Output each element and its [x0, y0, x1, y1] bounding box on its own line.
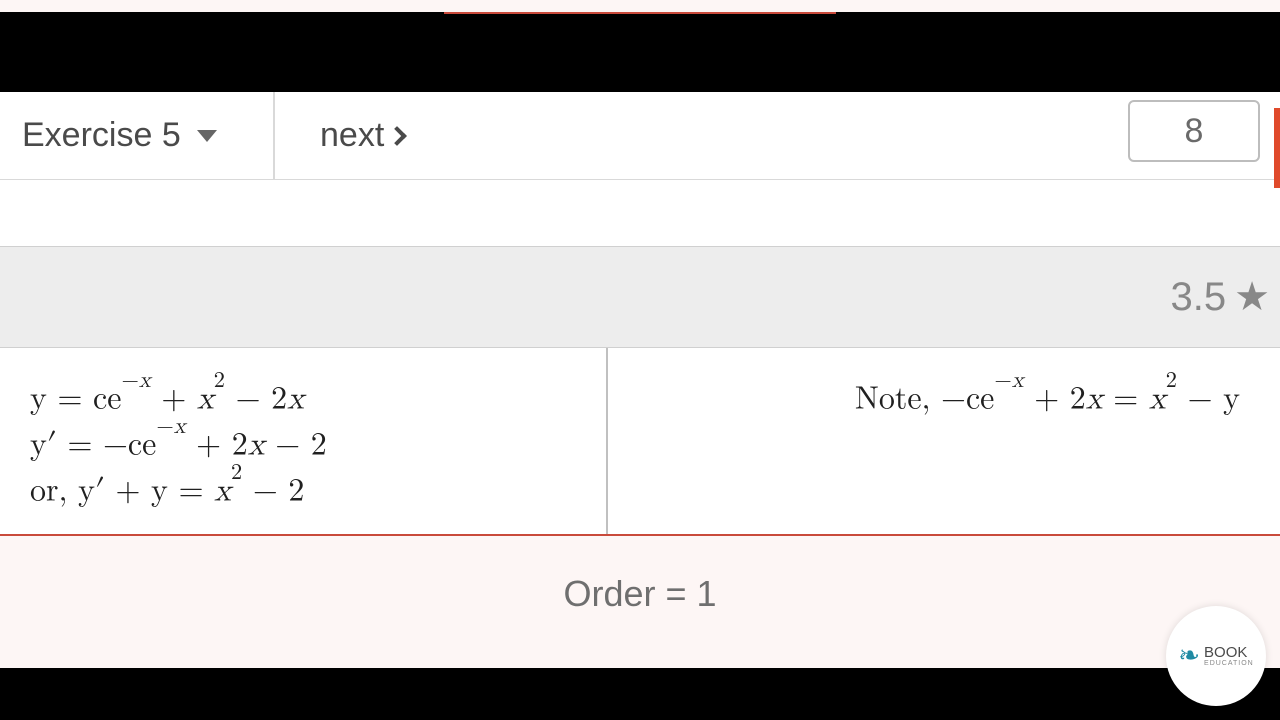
exercise-label: Exercise 5	[22, 116, 181, 155]
math-line-3: or, y′ + y = x2 − 2	[30, 468, 606, 514]
brand-sub: EDUCATION	[1204, 660, 1254, 667]
content-left: y = ce−x + x2 − 2x y′ = −ce−x + 2x − 2 o…	[0, 348, 608, 534]
chevron-right-icon	[387, 126, 407, 146]
side-accent	[1274, 108, 1280, 188]
star-icon[interactable]: ★	[1234, 274, 1270, 320]
math-line-1: y = ce−x + x2 − 2x	[30, 376, 606, 422]
letterbox-top	[0, 12, 1280, 92]
brand-text: BOOK EDUCATION	[1204, 645, 1254, 667]
exercise-dropdown[interactable]: Exercise 5	[0, 92, 275, 179]
page-number-input[interactable]: 8	[1128, 100, 1260, 162]
page-number-value: 8	[1185, 112, 1204, 151]
letterbox-bottom	[0, 668, 1280, 720]
next-button[interactable]: next	[275, 116, 404, 155]
rating-value: 3.5	[1171, 275, 1227, 320]
math-line-2: y′ = −ce−x + 2x − 2	[30, 422, 606, 468]
rating-row: 3.5 ★	[0, 246, 1280, 348]
order-label: Order = 1	[563, 573, 716, 615]
nav-bar: Exercise 5 next 8	[0, 92, 1280, 180]
caret-down-icon	[197, 130, 217, 142]
order-row: Order = 1	[0, 536, 1280, 652]
content-right: Note, −ce−x + 2x = x2 − y	[608, 348, 1280, 534]
next-label: next	[320, 116, 384, 155]
content-row: y = ce−x + x2 − 2x y′ = −ce−x + 2x − 2 o…	[0, 348, 1280, 536]
top-strip	[0, 0, 1280, 12]
accent-underline	[444, 12, 836, 14]
math-note: Note, −ce−x + 2x = x2 − y	[855, 376, 1240, 422]
brand-name: BOOK	[1204, 644, 1247, 661]
brand-logo: ❧ BOOK EDUCATION	[1166, 606, 1266, 706]
leaf-icon: ❧	[1178, 641, 1200, 671]
spacer-row	[0, 180, 1280, 246]
